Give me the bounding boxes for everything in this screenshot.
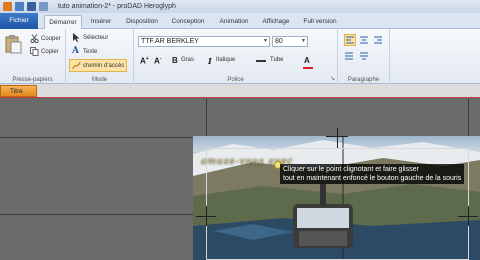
group-clipboard: Couper Copier Presse-papiers [0,29,66,84]
paste-icon[interactable] [4,34,22,54]
text-icon: A [72,46,79,56]
copy-label: Copier [41,48,59,55]
cursor-icon [72,33,81,42]
selector-button[interactable]: Sélecteur [72,33,108,42]
tab-demarrer[interactable]: Démarrer [44,15,82,29]
cut-button[interactable]: Couper [30,34,61,44]
tab-affichage[interactable]: Affichage [258,15,294,29]
group-label-mode: Mode [91,77,107,83]
bold-icon[interactable]: B [172,56,178,65]
path-icon [72,61,81,70]
timeline-track-titre[interactable]: Titre [0,85,37,97]
shrink-font-icon[interactable]: A- [154,56,161,66]
tooltip-line-1: Cliquer sur le point clignotant et faire… [283,166,419,173]
tube-label: Tube [270,57,284,63]
cut-label: Couper [41,35,61,42]
font-name-value: TTF.AR BERKLEY [141,38,199,45]
grow-font-icon[interactable]: A+ [140,56,149,66]
bold-label: Gras [181,57,195,63]
font-color-swatch [303,67,313,69]
group-label-police: Police [227,77,244,83]
crosshair-marker [468,206,469,226]
quick-access-toolbar [3,2,48,11]
open-icon[interactable] [15,2,24,11]
path-mode-label: chemin d'accès [83,62,125,69]
chevron-down-icon: ▼ [263,38,268,44]
group-paragraphe: Paragraphe [338,29,390,84]
italic-label: Italique [216,57,236,63]
tab-full-version[interactable]: Full version [300,15,340,29]
tooltip-line-2: tout en maintenant enfoncé le bouton gau… [283,175,462,182]
justify-icon[interactable] [344,51,354,61]
undo-icon[interactable] [39,2,48,11]
tab-inserer[interactable]: Insérer [86,15,116,29]
copy-icon [30,47,39,56]
align-left-icon[interactable] [344,34,356,46]
font-size-select[interactable]: 80 ▼ [272,36,308,47]
distribute-icon[interactable] [359,51,369,61]
dialog-launcher-icon[interactable]: ↘ [330,75,335,82]
tab-fichier[interactable]: Fichier [0,13,38,29]
path-mode-button[interactable]: chemin d'accès [69,59,128,72]
app-icon [3,2,12,11]
italic-icon[interactable]: I [208,56,212,66]
font-size-value: 80 [275,38,283,45]
line-style-icon[interactable] [256,60,266,62]
window-title: tuto animation-2* - proDAD Heroglyph [58,3,176,10]
group-mode: Sélecteur A Texte chemin d'accès Mode [66,29,134,84]
copy-button[interactable]: Copier [30,47,59,56]
ribbon: Couper Copier Presse-papiers Sélecteur A… [0,29,480,84]
tab-disposition[interactable]: Disposition [122,15,162,29]
timeline-bar: Titre [0,84,480,98]
text-mode-button[interactable]: A Texte [72,47,97,56]
group-label-clipboard: Presse-papiers [12,77,53,83]
align-right-icon[interactable] [373,35,383,45]
tab-animation[interactable]: Animation [214,15,254,29]
group-police: TTF.AR BERKLEY ▼ 80 ▼ A+ A- B Gras I Ita… [134,29,338,84]
crosshair-marker [206,206,207,226]
group-label-paragraphe: Paragraphe [347,77,380,83]
ribbon-tabs: Fichier Démarrer Insérer Disposition Con… [0,13,480,29]
align-center-icon[interactable] [359,35,369,45]
selector-label: Sélecteur [83,34,109,41]
save-icon[interactable] [27,2,36,11]
chevron-down-icon: ▼ [301,38,306,44]
crosshair-marker [337,128,338,148]
font-name-select[interactable]: TTF.AR BERKLEY ▼ [138,36,270,47]
scissors-icon [30,34,39,44]
title-bar: tuto animation-2* - proDAD Heroglyph [0,0,480,13]
help-tooltip: Cliquer sur le point clignotant et faire… [280,164,465,184]
tab-conception[interactable]: Conception [168,15,208,29]
text-mode-label: Texte [83,48,98,55]
font-color-icon[interactable]: A [304,56,310,65]
